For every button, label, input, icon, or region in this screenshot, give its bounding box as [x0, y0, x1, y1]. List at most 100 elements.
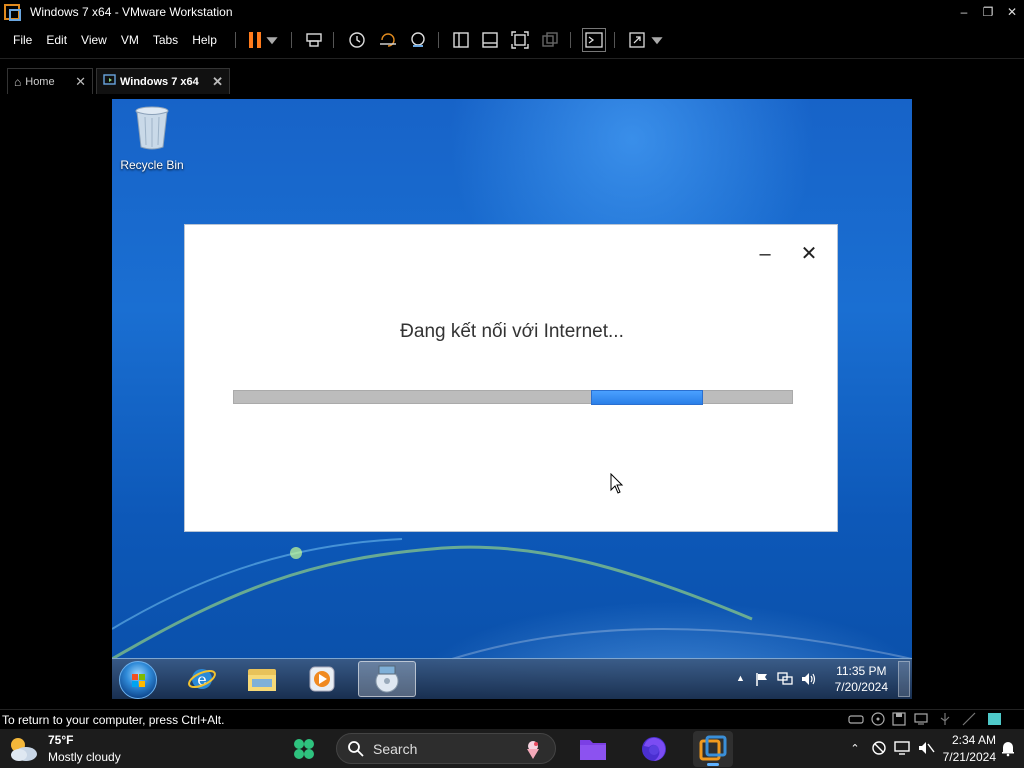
console-icon[interactable] — [582, 28, 606, 52]
windows-explorer-icon — [248, 669, 276, 691]
single-window-icon[interactable] — [478, 28, 502, 52]
status-message: To return to your computer, press Ctrl+A… — [2, 713, 225, 727]
vmware-title-bar: Windows 7 x64 - VMware Workstation – ❐ ✕ — [0, 0, 1024, 24]
cd-dvd-icon[interactable] — [870, 711, 886, 727]
taskbar-windows-explorer[interactable] — [236, 661, 288, 697]
search-label: Search — [373, 740, 418, 757]
dialog-minimize-button[interactable]: – — [754, 243, 776, 265]
usb-icon[interactable] — [937, 711, 953, 727]
cloudy-weather-icon — [11, 738, 37, 761]
unity-icon[interactable] — [538, 28, 562, 52]
widgets-button[interactable] — [284, 731, 324, 767]
toolbar-separator — [333, 32, 334, 48]
home-icon: ⌂ — [14, 74, 22, 89]
vmware-icon — [699, 735, 727, 761]
close-window-button[interactable]: ✕ — [998, 0, 1024, 24]
search-highlight-icon — [527, 741, 539, 759]
tab-vm-label: Windows 7 x64 — [120, 75, 199, 88]
menu-view[interactable]: View — [74, 24, 114, 56]
taskbar-search-box[interactable]: Search — [336, 733, 556, 764]
recycle-bin-icon — [135, 106, 169, 150]
chevron-up-icon[interactable]: ⌃ — [846, 739, 864, 757]
mute-icon[interactable] — [917, 739, 935, 757]
desktop-icon-recycle-bin[interactable]: Recycle Bin — [116, 105, 188, 172]
tab-strip: ⌂ Home ✕ Windows 7 x64 ✕ — [0, 58, 1024, 98]
desktop-icon-label: Recycle Bin — [120, 158, 184, 172]
internet-explorer-icon: e — [188, 669, 216, 689]
revert-snapshot-icon[interactable] — [376, 28, 400, 52]
taskbar-vmware[interactable] — [693, 731, 733, 767]
dialog-close-button[interactable]: ✕ — [798, 243, 820, 265]
tab-home-label: Home — [25, 75, 55, 88]
action-center-flag-icon[interactable] — [754, 671, 770, 687]
hard-disk-icon[interactable] — [848, 711, 864, 727]
tab-home[interactable]: ⌂ Home ✕ — [7, 68, 93, 94]
host-clock-time: 2:34 AM — [951, 733, 996, 747]
menu-edit[interactable]: Edit — [39, 24, 74, 56]
toolbar-separator — [570, 32, 571, 48]
pause-icon[interactable] — [243, 28, 267, 52]
vm-icon — [103, 74, 116, 89]
vm-display[interactable]: Recycle Bin – ✕ Đang kết nối với Interne… — [112, 99, 912, 699]
taskbar-files[interactable] — [573, 731, 613, 767]
message-icon[interactable] — [987, 711, 1003, 727]
guest-clock-date: 7/20/2024 — [834, 680, 888, 694]
progress-indicator — [591, 390, 703, 405]
firefox-icon — [642, 737, 666, 761]
start-button[interactable] — [119, 661, 157, 699]
tab-windows7-vm[interactable]: Windows 7 x64 ✕ — [96, 68, 230, 94]
display-icon[interactable] — [893, 739, 911, 757]
taskbar-installer[interactable] — [358, 661, 416, 697]
power-dropdown-icon[interactable] — [265, 28, 279, 52]
host-taskbar: 75°F Mostly cloudy Search ⌃ 2:34 AM 7/21… — [0, 729, 1024, 768]
library-icon[interactable] — [449, 28, 473, 52]
menu-tabs[interactable]: Tabs — [146, 24, 185, 56]
search-icon — [348, 740, 364, 757]
vmware-app-icon — [4, 4, 21, 21]
network-adapter-icon[interactable] — [913, 711, 929, 727]
full-screen-icon[interactable] — [508, 28, 532, 52]
widgets-icon — [294, 739, 314, 759]
mouse-cursor-icon — [610, 473, 624, 494]
show-desktop-button[interactable] — [898, 661, 910, 697]
progress-bar — [233, 390, 793, 405]
menu-vm[interactable]: VM — [114, 24, 146, 56]
floppy-icon[interactable] — [891, 711, 907, 727]
send-ctrl-alt-del-icon[interactable] — [302, 28, 326, 52]
toolbar-separator — [235, 32, 236, 48]
connecting-dialog: – ✕ Đang kết nối với Internet... — [184, 224, 838, 532]
dialog-message: Đang kết nối với Internet... — [400, 321, 624, 342]
menu-file[interactable]: File — [6, 24, 39, 56]
toolbar-separator — [291, 32, 292, 48]
toolbar-separator — [614, 32, 615, 48]
files-icon — [580, 740, 606, 760]
snapshot-icon[interactable] — [345, 28, 369, 52]
notification-bell-icon[interactable] — [999, 739, 1017, 757]
snapshot-manager-icon[interactable] — [406, 28, 430, 52]
installer-icon — [375, 665, 399, 693]
weather-temp: 75°F — [48, 733, 74, 747]
network-icon[interactable] — [776, 671, 794, 687]
toolbar-separator — [438, 32, 439, 48]
guest-clock[interactable]: 11:35 PM 7/20/2024 — [835, 663, 888, 695]
tab-home-close-icon[interactable]: ✕ — [75, 74, 86, 90]
taskbar-firefox[interactable] — [634, 731, 674, 767]
volume-icon[interactable] — [800, 671, 818, 687]
taskbar-internet-explorer[interactable]: e — [176, 661, 228, 697]
menu-help[interactable]: Help — [185, 24, 224, 56]
weather-condition: Mostly cloudy — [48, 750, 121, 764]
taskbar-media-player[interactable] — [296, 661, 348, 697]
host-clock-date: 7/21/2024 — [942, 750, 996, 764]
sound-card-icon[interactable] — [961, 711, 977, 727]
weather-widget[interactable]: 75°F Mostly cloudy — [6, 731, 121, 767]
show-hidden-icons-icon[interactable]: ▲ — [736, 673, 745, 683]
tab-vm-close-icon[interactable]: ✕ — [212, 74, 223, 90]
host-clock[interactable]: 2:34 AM 7/21/2024 — [943, 732, 996, 766]
guest-taskbar: e ▲ 11:35 PM 7/20/2024 — [112, 658, 912, 699]
windows-logo-icon — [132, 674, 145, 687]
guest-system-tray: ▲ 11:35 PM 7/20/2024 — [732, 659, 912, 699]
stretch-dropdown-icon[interactable] — [650, 28, 664, 52]
network-off-icon[interactable] — [870, 739, 888, 757]
stretch-icon[interactable] — [625, 28, 649, 52]
window-title: Windows 7 x64 - VMware Workstation — [30, 5, 233, 19]
